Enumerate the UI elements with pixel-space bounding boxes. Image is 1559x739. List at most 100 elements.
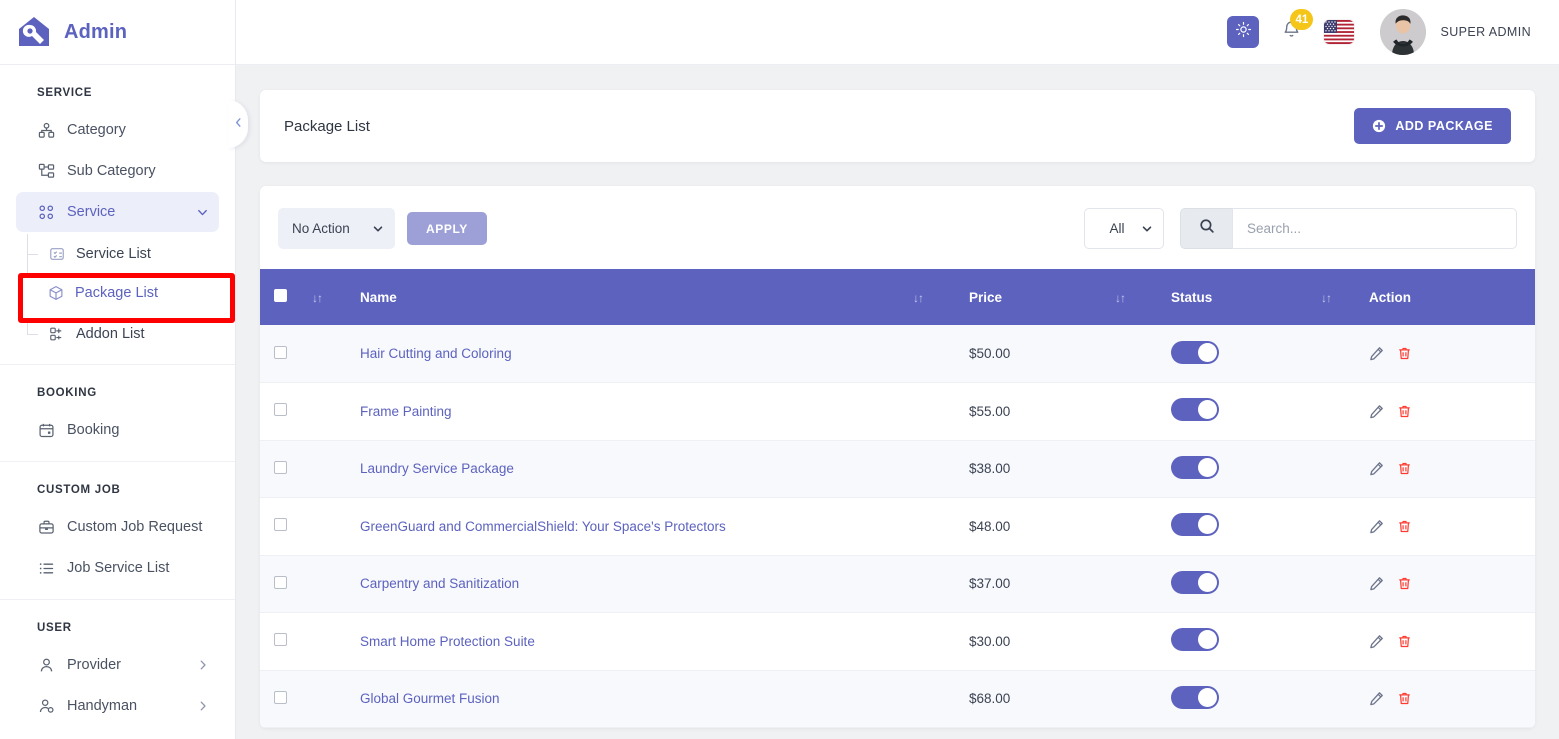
content-area: Package List ADD PACKAGE No Action APPLY… bbox=[236, 65, 1559, 739]
row-spacer-1 bbox=[312, 325, 360, 383]
row-spacer-1 bbox=[312, 555, 360, 613]
brand[interactable]: Admin bbox=[0, 0, 235, 65]
row-checkbox[interactable] bbox=[274, 633, 287, 647]
status-toggle[interactable] bbox=[1171, 628, 1219, 652]
sort-updown-icon[interactable]: ↓↑ bbox=[312, 291, 323, 305]
page-header-card: Package List ADD PACKAGE bbox=[260, 90, 1535, 162]
theme-toggle-button[interactable] bbox=[1227, 16, 1260, 48]
sidebar-item-service-list[interactable]: Service List bbox=[0, 234, 235, 274]
row-status-cell bbox=[1171, 325, 1321, 383]
package-table: ↓↑ Name ↓↑ Price ↓↑ Status ↓↑ Action Hai… bbox=[260, 269, 1535, 728]
trash-icon[interactable] bbox=[1397, 691, 1412, 706]
trash-icon[interactable] bbox=[1397, 634, 1412, 649]
sidebar-item-label: Provider bbox=[67, 657, 121, 673]
briefcase-icon bbox=[37, 518, 55, 536]
package-name-link[interactable]: Laundry Service Package bbox=[360, 461, 514, 476]
pencil-icon[interactable] bbox=[1369, 461, 1384, 476]
sidebar-item-job-service-list[interactable]: Job Service List bbox=[16, 548, 219, 588]
sidebar-item-category[interactable]: Category bbox=[16, 110, 219, 150]
row-spacer-4 bbox=[1321, 613, 1369, 671]
sidebar: Admin SERVICE Category Sub Category Serv… bbox=[0, 0, 236, 739]
trash-icon[interactable] bbox=[1397, 346, 1412, 361]
pencil-icon[interactable] bbox=[1369, 576, 1384, 591]
package-name-link[interactable]: Hair Cutting and Coloring bbox=[360, 346, 512, 361]
row-status-cell bbox=[1171, 670, 1321, 728]
sort-updown-icon[interactable]: ↓↑ bbox=[1321, 291, 1332, 305]
table-row: Global Gourmet Fusion $68.00 bbox=[260, 670, 1535, 728]
row-checkbox[interactable] bbox=[274, 460, 287, 474]
trash-icon[interactable] bbox=[1397, 576, 1412, 591]
sidebar-item-service[interactable]: Service bbox=[16, 192, 219, 232]
toggle-knob bbox=[1198, 515, 1217, 535]
sidebar-item-addon-list[interactable]: Addon List bbox=[0, 314, 235, 354]
status-toggle[interactable] bbox=[1171, 398, 1219, 422]
row-spacer-3 bbox=[1115, 440, 1171, 498]
trash-icon[interactable] bbox=[1397, 519, 1412, 534]
avatar[interactable] bbox=[1380, 9, 1427, 55]
status-toggle[interactable] bbox=[1171, 513, 1219, 537]
chevron-right-icon[interactable] bbox=[197, 700, 209, 712]
row-checkbox[interactable] bbox=[274, 403, 287, 417]
row-checkbox[interactable] bbox=[274, 690, 287, 704]
sort-updown-icon[interactable]: ↓↑ bbox=[913, 291, 924, 305]
sidebar-item-label: Package List bbox=[75, 285, 159, 301]
trash-icon[interactable] bbox=[1397, 461, 1412, 476]
sidebar-item-handyman[interactable]: Handyman bbox=[16, 686, 219, 726]
th-select-all bbox=[260, 269, 312, 325]
row-action-cell bbox=[1369, 325, 1535, 383]
status-toggle[interactable] bbox=[1171, 340, 1219, 364]
status-toggle[interactable] bbox=[1171, 570, 1219, 594]
sidebar-item-label: Service List bbox=[76, 246, 151, 262]
row-checkbox[interactable] bbox=[274, 345, 287, 359]
sidebar-item-booking[interactable]: Booking bbox=[16, 410, 219, 450]
package-name-link[interactable]: Frame Painting bbox=[360, 404, 452, 419]
package-name-link[interactable]: Smart Home Protection Suite bbox=[360, 634, 535, 649]
sidebar-item-provider[interactable]: Provider bbox=[16, 645, 219, 685]
filter-select[interactable]: All bbox=[1084, 208, 1164, 249]
apply-button[interactable]: APPLY bbox=[407, 212, 487, 245]
package-table-card: No Action APPLY All Search... ↓↑ Name ↓↑… bbox=[260, 186, 1535, 728]
search-button[interactable] bbox=[1180, 208, 1232, 249]
row-status-cell bbox=[1171, 440, 1321, 498]
user-icon bbox=[37, 656, 55, 674]
pencil-icon[interactable] bbox=[1369, 634, 1384, 649]
notifications-button[interactable]: 41 bbox=[1281, 9, 1314, 45]
bulk-action-select[interactable]: No Action bbox=[278, 208, 395, 249]
sidebar-item-label: Service bbox=[67, 204, 116, 220]
pencil-icon[interactable] bbox=[1369, 519, 1384, 534]
row-spacer-2 bbox=[913, 440, 969, 498]
chevron-down-icon[interactable] bbox=[196, 206, 209, 219]
addon-icon bbox=[48, 326, 65, 343]
notification-badge: 41 bbox=[1290, 9, 1314, 30]
row-spacer-2 bbox=[913, 555, 969, 613]
annotated-package-list-label[interactable]: Package List bbox=[48, 285, 158, 301]
pencil-icon[interactable] bbox=[1369, 346, 1384, 361]
row-checkbox[interactable] bbox=[274, 575, 287, 589]
pencil-icon[interactable] bbox=[1369, 691, 1384, 706]
pencil-icon[interactable] bbox=[1369, 404, 1384, 419]
row-checkbox[interactable] bbox=[274, 518, 287, 532]
select-all-checkbox[interactable] bbox=[274, 289, 287, 302]
chevron-right-icon[interactable] bbox=[197, 659, 209, 671]
search-input[interactable] bbox=[1232, 208, 1517, 249]
status-toggle[interactable] bbox=[1171, 455, 1219, 479]
status-toggle[interactable] bbox=[1171, 685, 1219, 709]
row-price-cell: $48.00 bbox=[969, 518, 1011, 534]
sort-updown-icon[interactable]: ↓↑ bbox=[1115, 291, 1126, 305]
package-name-link[interactable]: GreenGuard and CommercialShield: Your Sp… bbox=[360, 519, 726, 534]
sidebar-item-sub-category[interactable]: Sub Category bbox=[16, 151, 219, 191]
admin-app: Admin SERVICE Category Sub Category Serv… bbox=[0, 0, 1559, 739]
row-action-cell bbox=[1369, 555, 1535, 613]
th-sort-status: ↓↑ bbox=[1115, 269, 1171, 325]
row-spacer-3 bbox=[1115, 670, 1171, 728]
row-spacer-3 bbox=[1115, 613, 1171, 671]
language-flag-button[interactable] bbox=[1324, 20, 1355, 44]
sidebar-item-custom-job-request[interactable]: Custom Job Request bbox=[16, 507, 219, 547]
add-package-button[interactable]: ADD PACKAGE bbox=[1354, 108, 1511, 144]
toggle-knob bbox=[1198, 457, 1217, 477]
trash-icon[interactable] bbox=[1397, 404, 1412, 419]
row-price-cell: $30.00 bbox=[969, 633, 1011, 649]
package-name-link[interactable]: Carpentry and Sanitization bbox=[360, 576, 519, 591]
row-price-cell: $68.00 bbox=[969, 691, 1011, 707]
package-name-link[interactable]: Global Gourmet Fusion bbox=[360, 691, 500, 706]
